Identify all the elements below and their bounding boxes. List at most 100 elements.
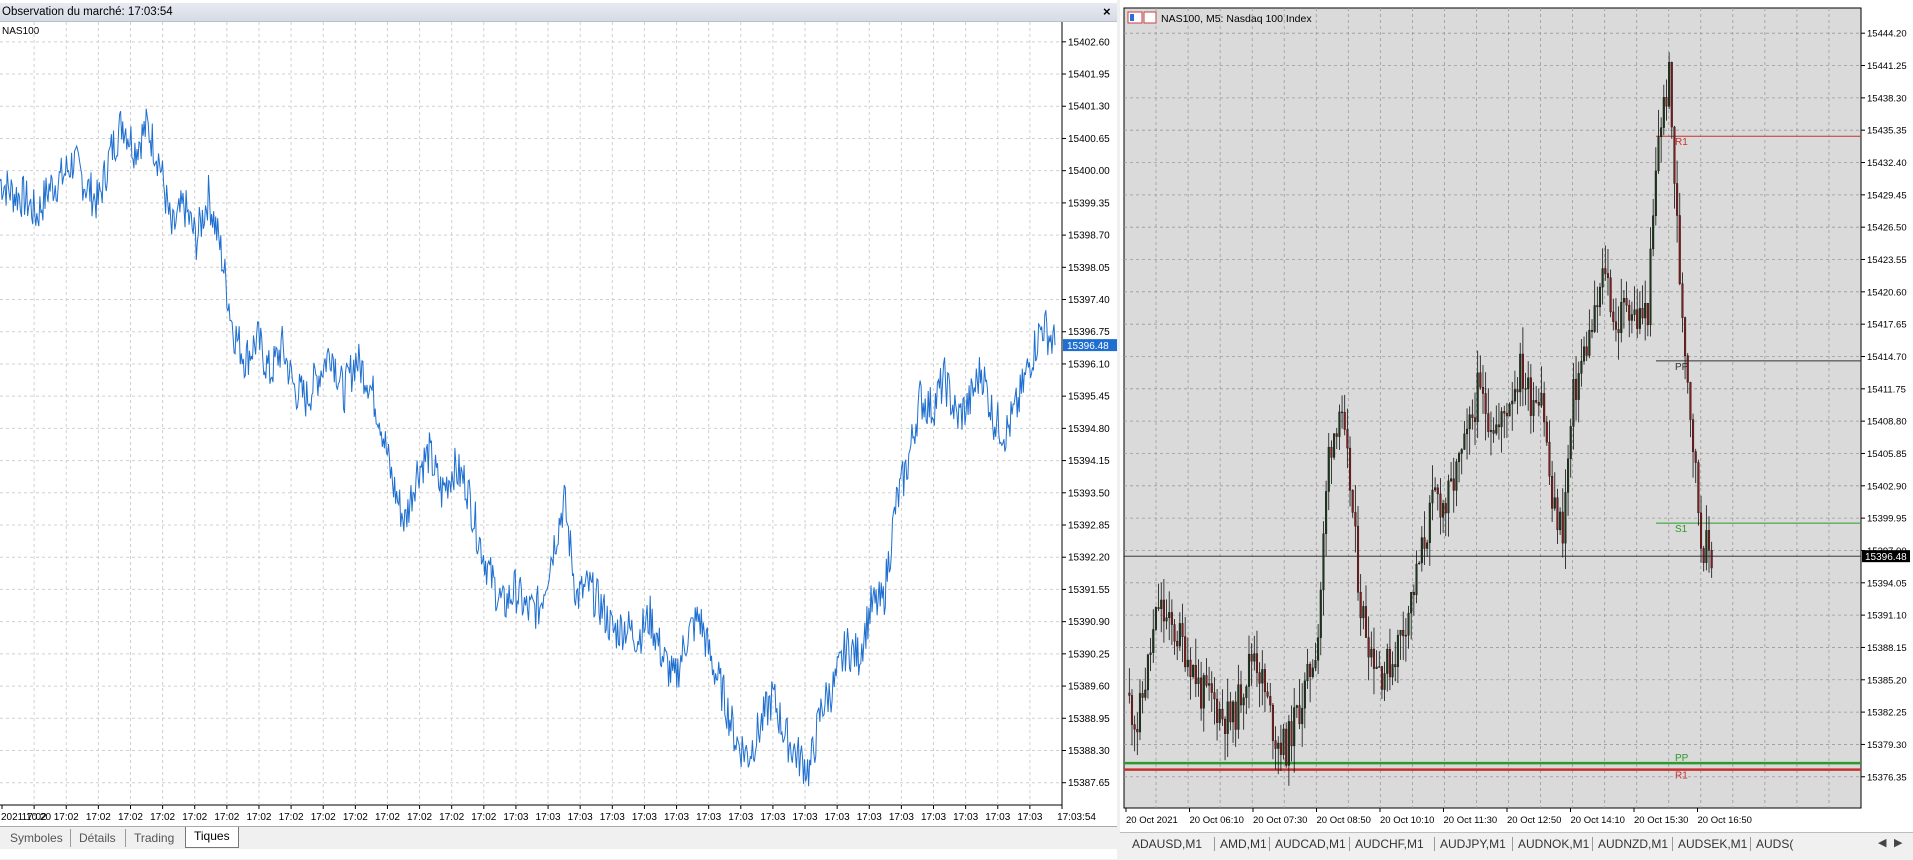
tab-separator [1512,837,1513,851]
candle-body [1431,489,1434,504]
candle-body [1176,640,1179,647]
market-watch-title: Observation du marché: 17:03:54 [2,6,173,18]
scroll-right-icon[interactable]: ▶ [1894,836,1902,849]
candle-body [1152,629,1155,653]
candle-body [1521,353,1524,389]
y-axis-label: 15391.55 [1068,585,1110,596]
x-axis-label: 17:02 [150,812,175,823]
y-axis-label: 15441.25 [1867,61,1907,72]
candle-body [1399,629,1402,636]
candle-body [1545,421,1548,443]
chart-tab[interactable]: AMD,M1 [1220,837,1267,851]
candle-body [1277,742,1280,749]
y-axis-label: 15390.25 [1068,649,1110,660]
x-axis-label: 17:02 [471,812,496,823]
candle-body [1327,446,1330,492]
y-axis-label: 15432.40 [1867,158,1907,169]
tab-trading[interactable]: Trading [125,829,182,847]
scroll-left-icon[interactable]: ◀ [1878,836,1886,849]
candle-body [1583,346,1586,362]
chart-tab[interactable]: AUDNOK,M1 [1518,837,1589,851]
candle-body [1681,283,1684,318]
chart-header: NAS100, M5: Nasdaq 100 Index [1127,11,1312,25]
candle-body [1612,311,1615,322]
candle-body [1388,648,1391,678]
tab-ticks[interactable]: Tiques [185,827,239,848]
candle-body [1237,684,1240,730]
y-axis-label: 15405.85 [1867,449,1907,460]
chart-tab[interactable]: AUDS( [1756,837,1793,851]
tab-separator [1592,837,1593,851]
x-axis-label: 17:02 [214,812,239,823]
tab-separator [1269,837,1270,851]
candle-body [1410,592,1413,614]
candle-body [1561,511,1564,544]
candle-body [1210,683,1213,693]
chart-title: NAS100, M5: Nasdaq 100 Index [1161,13,1312,25]
candle-body [1412,592,1415,596]
x-axis-label: 17:03 [536,812,561,823]
x-axis-label: 17:02 [86,812,111,823]
candle-body [1511,400,1514,405]
candle-body [1338,411,1341,437]
pivot-label: R1 [1675,137,1688,148]
chart-tab[interactable]: AUDJPY,M1 [1440,837,1506,851]
candlestick-chart[interactable]: R1 PP S1 PP R1 15444.20 15441.25 15438.30 15435… [1120,0,1913,832]
candle-body [1537,401,1540,406]
candle-body [1290,721,1293,747]
chart-tab[interactable]: AUDNZD,M1 [1598,837,1668,851]
x-axis-label: 20 Oct 07:30 [1253,815,1307,826]
candle-body [1293,707,1296,747]
x-axis-label: 17:03 [857,812,882,823]
candle-body [1707,530,1711,551]
candle-body [1372,648,1375,669]
y-axis-label: 15400.00 [1068,166,1110,177]
x-axis-label: 20 Oct 15:30 [1634,815,1688,826]
candle-body [1617,329,1620,333]
candle-body [1556,497,1559,531]
candle-body [1341,411,1344,414]
candle-body [1625,298,1628,306]
candle-body [1641,308,1644,319]
candle-body [1436,487,1439,495]
candle-body [1540,393,1543,406]
candle-body [1128,692,1131,696]
candle-body [1652,215,1655,250]
candle-body [1479,372,1482,388]
candle-body [1575,378,1578,400]
candle-body [1577,373,1580,400]
candle-body [1434,487,1437,491]
candle-body [1487,413,1490,432]
y-axis-label: 15392.20 [1068,553,1110,564]
candle-body [1492,430,1495,434]
candle-body [1481,387,1485,394]
candle-body [1192,665,1195,677]
chart-tab[interactable]: AUDCHF,M1 [1355,837,1424,851]
candle-body [1396,634,1399,668]
chart-properties-icon[interactable] [1143,11,1157,24]
y-axis-label: 15394.80 [1068,424,1110,435]
candle-body [1420,537,1423,564]
price-chart-panel: R1 PP S1 PP R1 15444.20 15441.25 15438.30 15435… [1120,0,1913,860]
tick-chart[interactable]: NAS100 15402.6015401.9515401.3015400.651… [0,22,1117,827]
candle-body [1606,273,1609,278]
chart-type-icon[interactable] [1130,14,1134,21]
market-watch-titlebar[interactable]: Observation du marché: 17:03:54 [0,3,1117,22]
x-axis-label: 17:02 [118,812,143,823]
x-axis-label: 17:02 [375,812,400,823]
candle-body [1633,309,1636,315]
chart-tab[interactable]: AUDSEK,M1 [1678,837,1747,851]
tab-separator [1349,837,1350,851]
chart-tab[interactable]: ADAUSD,M1 [1132,837,1202,851]
candle-body [1585,346,1588,356]
tab-details[interactable]: Détails [70,829,124,847]
tab-symbols[interactable]: Symboles [2,829,71,847]
chart-tab[interactable]: AUDCAD,M1 [1275,837,1346,851]
candle-body [1673,126,1676,184]
x-axis-label: 20 Oct 06:10 [1190,815,1244,826]
y-axis-label: 15414.70 [1867,352,1907,363]
y-axis-label: 15401.30 [1068,102,1110,113]
candle-body [1325,491,1328,534]
market-watch-panel: Observation du marché: 17:03:54 NAS100 1… [0,0,1117,859]
candle-body [1649,248,1652,326]
